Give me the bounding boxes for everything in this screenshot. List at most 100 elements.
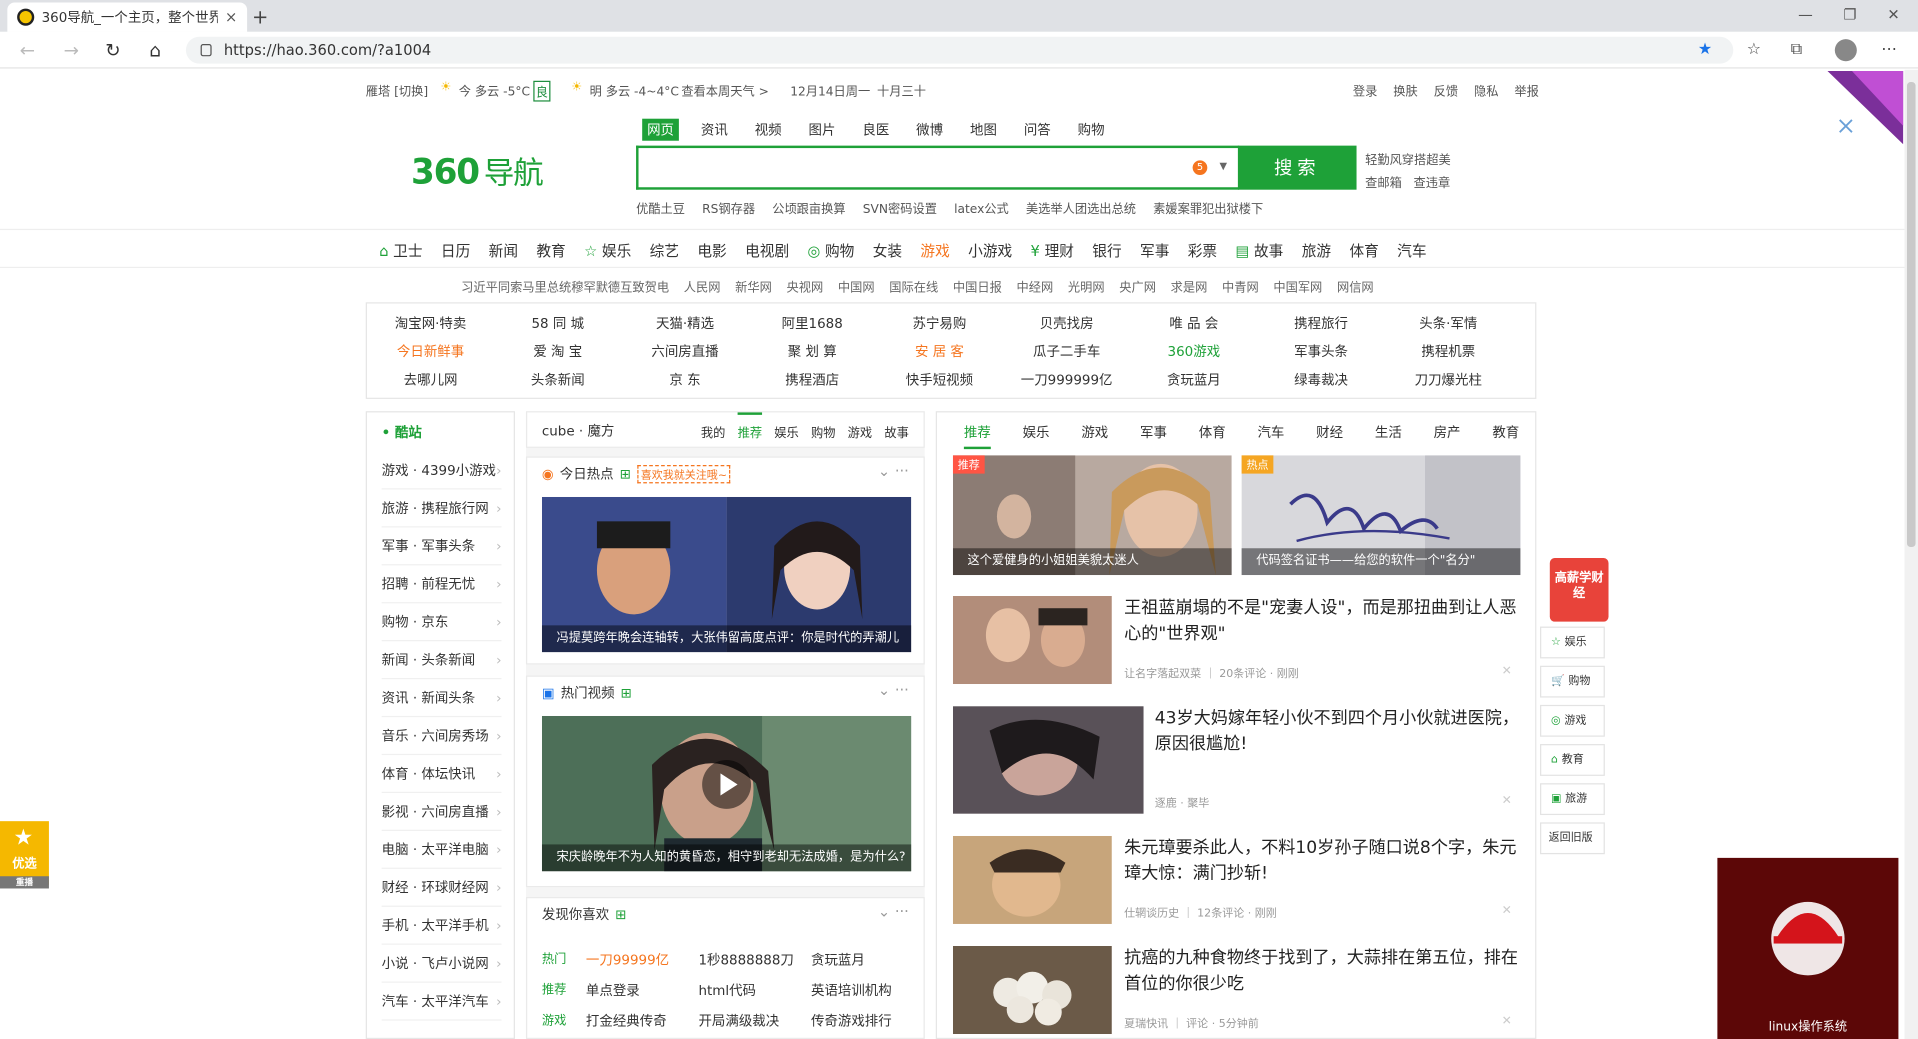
search-tab-weibo[interactable]: 微博 (911, 119, 948, 141)
sidebar-item[interactable]: 旅游 · 携程旅行网 (381, 490, 502, 528)
feed-tab[interactable]: 娱乐 (1023, 422, 1050, 449)
weather-tomorrow[interactable]: 明 多云 -4~4°C (590, 81, 679, 99)
feed-title[interactable]: 朱元璋要杀此人，不料10岁孙子随口说8个字，朱元璋大惊：满门抄斩! (1124, 836, 1522, 887)
search-tab-doctor[interactable]: 良医 (857, 119, 894, 141)
refresh-icon[interactable]: ↻ (105, 39, 120, 61)
hot-search-link[interactable]: 美选举人团选出总统 (1026, 198, 1136, 216)
float-shop-button[interactable]: 🛒 购物 (1540, 665, 1605, 698)
sidebar-item[interactable]: 新闻 · 头条新闻 (381, 641, 502, 680)
sidebar-item[interactable]: 电脑 · 太平洋电脑 (381, 831, 502, 869)
like-link[interactable]: 贪玩蓝月 (811, 945, 924, 976)
nav-item[interactable]: ⌂ 卫士 (379, 240, 422, 261)
privacy-link[interactable]: 隐私 (1474, 81, 1498, 99)
nav-item[interactable]: ◎ 购物 (807, 240, 854, 261)
add-icon[interactable]: ⊞ (615, 906, 626, 922)
dismiss-icon[interactable]: ✕ (1502, 1015, 1512, 1028)
feed-tab[interactable]: 生活 (1375, 422, 1402, 449)
scrollbar[interactable] (1904, 69, 1918, 1039)
feed-item[interactable]: 43岁大妈嫁年轻小伙不到四个月小伙就进医院，原因很尴尬! 逐鹿 · 聚毕 ✕ (952, 706, 1522, 814)
mail-link[interactable]: 查邮箱 (1365, 177, 1402, 190)
hot-search-link[interactable]: 公顷跟亩换算 (772, 198, 845, 216)
play-icon[interactable] (702, 759, 752, 809)
favorites-icon[interactable]: ☆ (1747, 40, 1761, 58)
nav-item[interactable]: 彩票 (1188, 240, 1217, 261)
corner-ad[interactable] (1827, 70, 1904, 145)
news-link[interactable]: 国际在线 (889, 277, 938, 294)
feed-tab[interactable]: 游戏 (1081, 422, 1108, 449)
nav-item[interactable]: 综艺 (650, 240, 679, 261)
feed-tab[interactable]: 汽车 (1257, 422, 1284, 449)
site-link[interactable]: 360游戏 (1130, 341, 1257, 361)
site-link[interactable]: 阿里1688 (749, 313, 876, 333)
search-tab-web[interactable]: 网页 (642, 118, 679, 141)
news-link[interactable]: 人民网 (684, 277, 721, 294)
tab-close-icon[interactable]: × (225, 9, 237, 26)
search-tab-image[interactable]: 图片 (804, 119, 841, 141)
sidebar-item[interactable]: 游戏 · 4399小游戏 (381, 452, 502, 490)
news-link[interactable]: 新华网 (735, 277, 772, 294)
cube-tab-recommend[interactable]: 推荐 (737, 412, 763, 441)
dismiss-icon[interactable]: ✕ (1502, 794, 1512, 807)
site-link[interactable]: 58 同 城 (494, 313, 621, 333)
site-link[interactable]: 携程机票 (1385, 341, 1512, 361)
add-icon[interactable]: ⊞ (621, 685, 632, 701)
site-link[interactable]: 聚 划 算 (749, 341, 876, 361)
new-tab-icon[interactable]: + (252, 5, 268, 28)
nav-item[interactable]: ▤ 故事 (1235, 240, 1283, 261)
site-link[interactable]: 贪玩蓝月 (1130, 370, 1257, 390)
feed-tile[interactable]: 热点 代码签名证书——给您的软件一个"名分" (1241, 455, 1521, 576)
cube-tab-mine[interactable]: 我的 (701, 422, 725, 440)
window-close-icon[interactable]: ✕ (1887, 6, 1899, 23)
feed-tab[interactable]: 军事 (1140, 422, 1167, 449)
dismiss-icon[interactable]: ✕ (1502, 665, 1512, 678)
site-link[interactable]: 头条新闻 (494, 370, 621, 390)
feed-title[interactable]: 抗癌的九种食物终于找到了，大蒜排在第五位，排在首位的你很少吃 (1124, 946, 1522, 997)
news-link[interactable]: 求是网 (1171, 277, 1208, 294)
hot-search-link[interactable]: 优酷土豆 (636, 198, 685, 216)
login-link[interactable]: 登录 (1353, 81, 1377, 99)
search-tab-map[interactable]: 地图 (965, 119, 1002, 141)
logo[interactable]: 360 导航 (411, 149, 544, 193)
like-link[interactable]: 一刀99999亿 (586, 945, 699, 976)
like-link[interactable]: 传奇游戏排行 (811, 1006, 924, 1037)
news-link[interactable]: 网信网 (1337, 277, 1374, 294)
news-link[interactable]: 光明网 (1068, 277, 1105, 294)
feed-title[interactable]: 王祖蓝崩塌的不是"宠妻人设"，而是那扭曲到让人恶心的"世界观" (1124, 596, 1522, 647)
news-link[interactable]: 央广网 (1119, 277, 1156, 294)
site-link[interactable]: 军事头条 (1257, 341, 1384, 361)
site-link[interactable]: 头条·军情 (1385, 313, 1512, 333)
finance-promo[interactable]: 高薪学财经 (1549, 558, 1609, 622)
like-link[interactable]: 单点登录 (586, 975, 699, 1006)
site-link[interactable]: 六间房直播 (621, 341, 748, 361)
nav-item[interactable]: 小游戏 (968, 240, 1012, 261)
search-tab-shopping[interactable]: 购物 (1073, 119, 1110, 141)
collections-icon[interactable]: ⧉ (1791, 40, 1802, 58)
like-link[interactable]: html代码 (698, 975, 811, 1006)
float-edu-button[interactable]: ⌂ 教育 (1540, 744, 1605, 776)
nav-item[interactable]: ¥ 理财 (1031, 240, 1074, 261)
home-icon[interactable]: ⌂ (149, 39, 161, 61)
news-link[interactable]: 中经网 (1016, 277, 1053, 294)
feed-tab[interactable]: 财经 (1316, 422, 1343, 449)
weather-today[interactable]: 今 多云 -5°C (459, 81, 530, 99)
news-link[interactable]: 中国网 (838, 277, 875, 294)
sidebar-item[interactable]: 财经 · 环球财经网 (381, 869, 502, 907)
nav-item[interactable]: 新闻 (489, 240, 518, 261)
like-link[interactable]: 1秒8888888刀 (698, 945, 811, 976)
like-link[interactable]: 打金经典传奇 (586, 1006, 699, 1037)
search-tab-qa[interactable]: 问答 (1019, 119, 1056, 141)
cube-tab-story[interactable]: 故事 (884, 422, 908, 440)
site-link[interactable]: 贝壳找房 (1003, 313, 1130, 333)
skin-link[interactable]: 换肤 (1393, 81, 1417, 99)
maximize-icon[interactable]: ❐ (1843, 6, 1856, 23)
nav-item[interactable]: 游戏 (920, 240, 949, 261)
site-link[interactable]: 瓜子二手车 (1003, 341, 1130, 361)
nav-item[interactable]: 电影 (697, 240, 726, 261)
like-link[interactable]: 英语培训机构 (811, 975, 924, 1006)
report-link[interactable]: 举报 (1514, 81, 1538, 99)
video-thumbnail[interactable]: 宋庆龄晚年不为人知的黄昏恋，相守到老却无法成婚，是为什么? (541, 715, 912, 872)
hot-news-image[interactable]: 冯提莫跨年晚会连轴转，大张伟留高度点评：你是时代的弄潮儿 (541, 496, 912, 653)
sidebar-item[interactable]: 购物 · 京东 (381, 603, 502, 642)
nav-item[interactable]: ☆ 娱乐 (584, 240, 631, 261)
hot-search-link[interactable]: latex公式 (954, 198, 1009, 216)
